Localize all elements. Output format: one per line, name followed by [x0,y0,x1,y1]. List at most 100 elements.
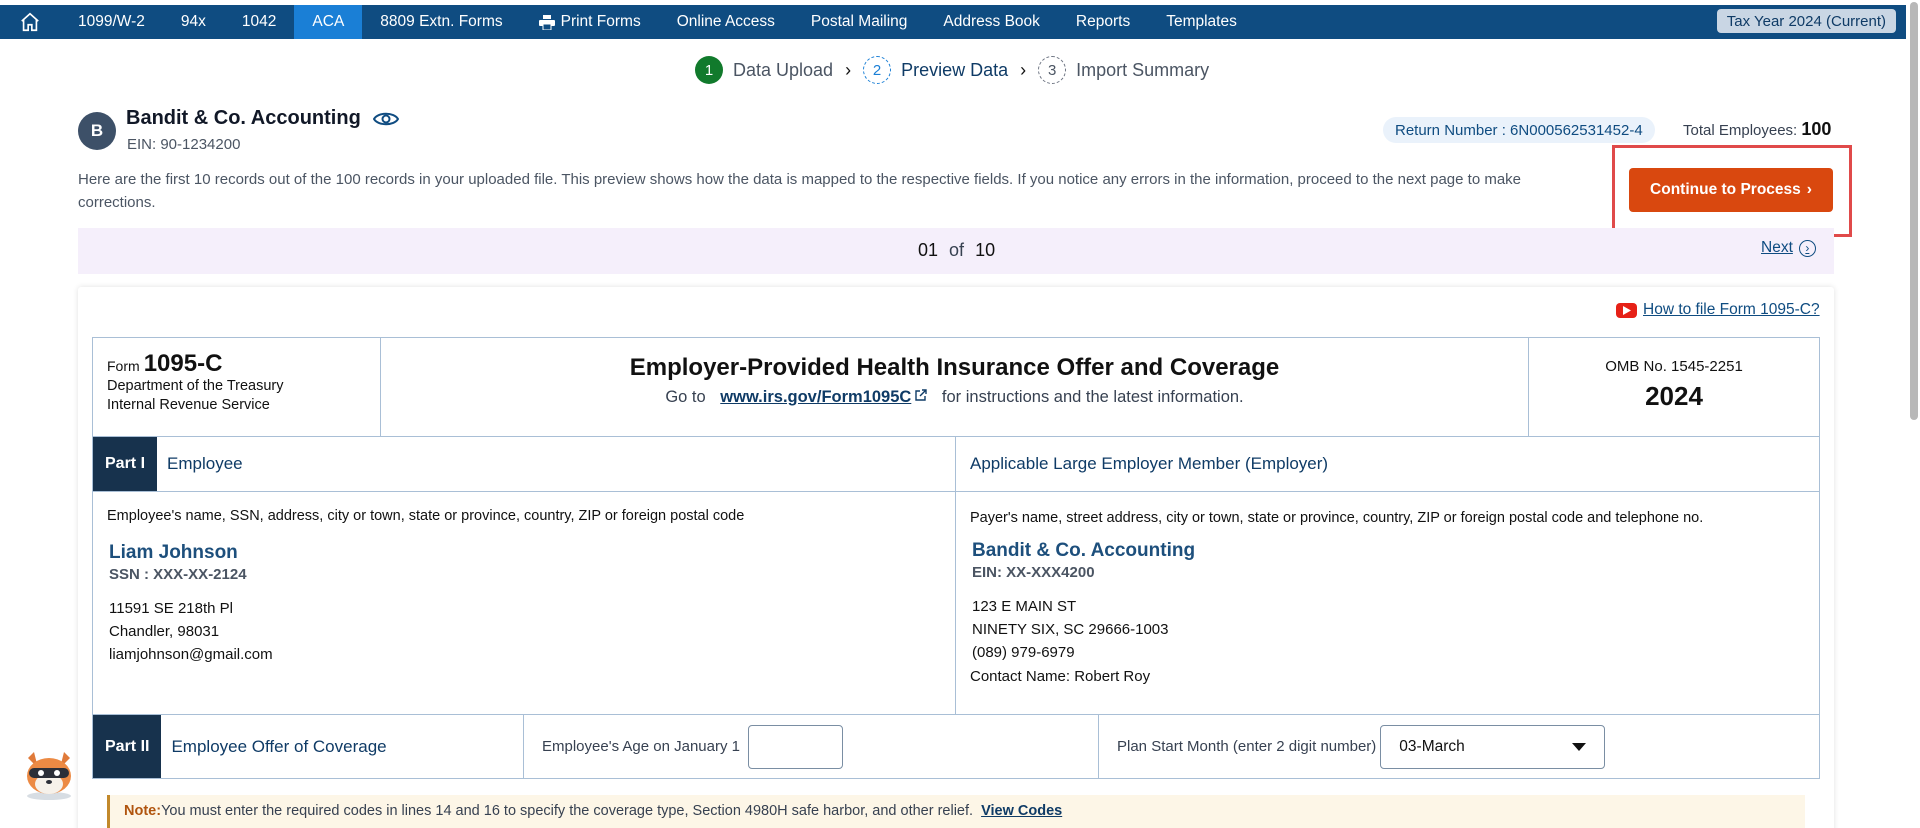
part1-header-row: Part I Employee Applicable Large Employe… [93,437,1819,492]
preview-description: Here are the first 10 records out of the… [78,171,1522,211]
nav-address-book[interactable]: Address Book [925,5,1058,39]
part1-header: Part I Employee [93,437,956,491]
payer-address-line1: 123 E MAIN ST [972,598,1077,615]
eye-icon[interactable] [372,110,399,128]
employee-address-line2: Chandler, 98031 [109,623,220,640]
form-number: 1095-C [143,350,223,377]
view-codes-link[interactable]: View Codes [981,803,1062,819]
total-employees-label: Total Employees: [1683,122,1798,139]
pager-of: of [949,240,965,260]
part2-header: Part II Employee Offer of Coverage [93,715,524,778]
form-header-row: Form 1095-C Department of the Treasury I… [93,338,1819,437]
form-title-block: Employer-Provided Health Insurance Offer… [381,338,1529,436]
employer-header: Applicable Large Employer Member (Employ… [970,454,1329,473]
continue-to-process-button[interactable]: Continue to Process › [1629,168,1833,212]
part2-row: Part II Employee Offer of Coverage Emplo… [93,715,1819,778]
contact-name-row: Contact Name: Robert Roy [970,668,1805,685]
dept-treasury: Department of the Treasury [107,378,284,394]
chevron-right-circle-icon: › [1798,239,1816,257]
company-name: Bandit & Co. Accounting [126,107,361,129]
form-title: Employer-Provided Health Insurance Offer… [629,354,1280,381]
step-label: Preview Data [901,59,1009,80]
employee-ssn: SSN : XXX-XX-2124 [109,566,247,583]
chevron-right-icon: › [1020,59,1027,80]
payer-name: Bandit & Co. Accounting [972,540,1196,561]
printer-icon [538,14,555,30]
how-to-file-link[interactable]: How to file Form 1095-C? [1616,301,1820,319]
note-text: You must enter the required codes in lin… [161,803,974,819]
nav-94x[interactable]: 94x [163,5,224,39]
plan-start-label: Plan Start Month (enter 2 digit number) [1117,738,1377,755]
pager-indicator: 01 of 10 [918,240,995,261]
irs-form-link[interactable]: www.irs.gov/Form1095C [720,388,928,406]
employee-address: 11591 SE 218th Pl Chandler, 98031 liamjo… [109,597,941,666]
contact-name: Robert Roy [1074,668,1151,685]
instructions-text: for instructions and the latest informat… [941,388,1244,406]
plan-start-group: Plan Start Month (enter 2 digit number) … [1099,715,1819,778]
employee-address-line1: 11591 SE 218th Pl [109,600,233,617]
age-label: Employee's Age on January 1 [542,738,740,755]
return-number-badge: Return Number : 6N000562531452-4 [1383,117,1655,143]
return-number-value: 6N000562531452-4 [1510,121,1643,139]
employer-section: Payer's name, street address, city or to… [956,492,1819,714]
step-number: 2 [863,56,892,84]
total-employees: Total Employees: 100 [1683,119,1831,140]
form-identifier: Form 1095-C Department of the Treasury I… [93,338,381,436]
payer-address: 123 E MAIN ST NINETY SIX, SC 29666-1003 … [972,595,1805,664]
omb-number: OMB No. 1545-2251 [1605,358,1743,375]
step-data-upload: 1 Data Upload [695,56,833,84]
next-record-link[interactable]: Next › [1761,239,1816,257]
company-name-row: Bandit & Co. Accounting [126,107,399,130]
pager-current: 01 [918,240,939,260]
form-year: 2024 [1645,381,1703,411]
chevron-right-icon: › [845,59,852,80]
how-to-file-label: How to file Form 1095-C? [1643,301,1820,318]
goto-text: Go to [665,388,706,406]
nav-aca[interactable]: ACA [294,5,363,39]
age-field-group: Employee's Age on January 1 [524,715,1099,778]
youtube-icon [1616,302,1637,318]
employee-name: Liam Johnson [109,542,238,563]
scrollbar-thumb[interactable] [1910,2,1918,420]
irs-link-text: www.irs.gov/Form1095C [720,388,912,406]
nav-1042[interactable]: 1042 [224,5,294,39]
total-employees-value: 100 [1801,119,1832,139]
dept-irs: Internal Revenue Service [107,397,270,413]
payer-phone: (089) 979-6979 [972,644,1075,661]
step-label: Data Upload [733,59,834,80]
nav-print-forms-label: Print Forms [560,13,641,30]
note-banner: Note:You must enter the required codes i… [107,795,1805,828]
nav-templates[interactable]: Templates [1148,5,1255,39]
contact-label: Contact Name: [970,668,1071,685]
chevron-right-icon: › [1806,181,1812,198]
step-preview-data: 2 Preview Data [863,56,1008,84]
step-number: 3 [1038,56,1067,84]
employee-email: liamjohnson@gmail.com [109,646,273,663]
form-subtitle: Go to www.irs.gov/Form1095C for instruct… [381,388,1528,407]
import-stepper: 1 Data Upload › 2 Preview Data › 3 Impor… [695,56,1209,84]
avatar: B [78,112,116,150]
plan-start-select[interactable]: 03-March [1380,724,1606,769]
top-nav: 1099/W-2 94x 1042 ACA 8809 Extn. Forms P… [0,5,1906,39]
scrollbar[interactable] [1906,0,1920,828]
nav-1099-w2[interactable]: 1099/W-2 [60,5,163,39]
step-number: 1 [695,56,723,84]
part1-label: Part I [93,437,158,491]
assistant-bot-icon[interactable] [20,744,78,802]
nav-8809-extn-forms[interactable]: 8809 Extn. Forms [362,5,520,39]
part1-details-row: Employee's name, SSN, address, city or t… [93,492,1819,715]
step-import-summary: 3 Import Summary [1038,56,1209,84]
nav-online-access[interactable]: Online Access [659,5,793,39]
nav-reports[interactable]: Reports [1058,5,1148,39]
part2-label: Part II [93,715,162,778]
form-omb-block: OMB No. 1545-2251 2024 [1529,338,1819,436]
tax-year-selector[interactable]: Tax Year 2024 (Current) [1716,9,1896,33]
payer-address-line2: NINETY SIX, SC 29666-1003 [972,621,1169,638]
form-1095c: Form 1095-C Department of the Treasury I… [92,337,1820,779]
company-ein: EIN: 90-1234200 [127,136,241,153]
nav-postal-mailing[interactable]: Postal Mailing [793,5,926,39]
nav-print-forms[interactable]: Print Forms [521,5,659,39]
continue-button-label: Continue to Process [1650,181,1801,198]
age-input[interactable] [748,724,843,769]
home-icon[interactable] [0,5,60,39]
